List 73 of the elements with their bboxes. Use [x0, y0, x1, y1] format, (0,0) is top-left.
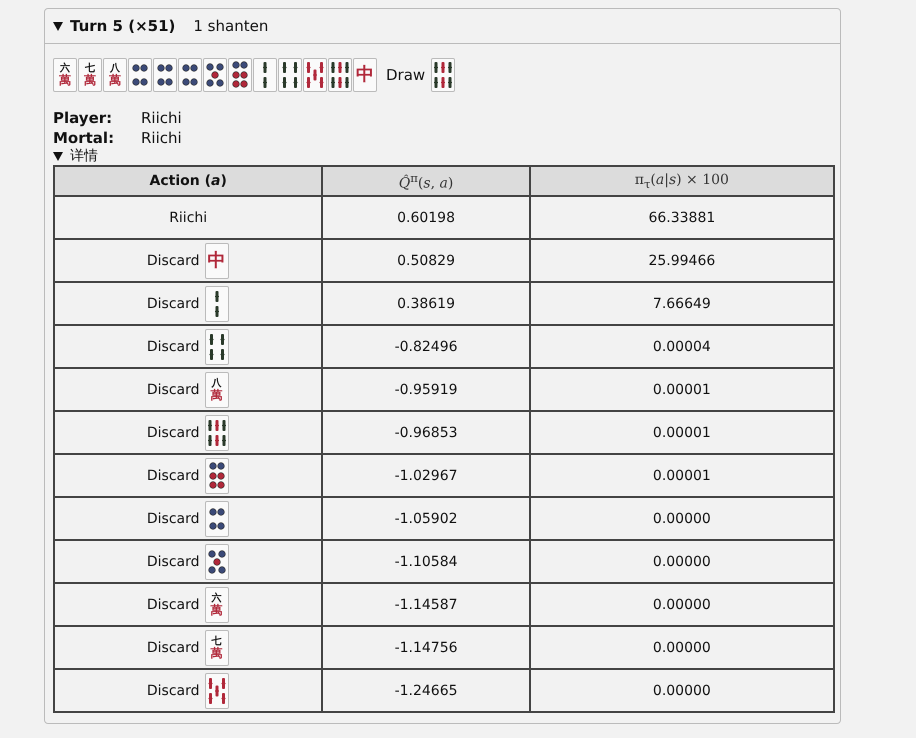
mahjong-tile — [153, 58, 177, 92]
draw-label: Draw — [386, 66, 426, 84]
mahjong-tile — [204, 500, 228, 536]
table-cell: 0.00001 — [530, 454, 834, 497]
action-text: Discard — [146, 640, 200, 656]
table-cell: -1.10584 — [322, 540, 530, 583]
table-cell: 0.00000 — [530, 583, 834, 626]
details-label[interactable]: 详情 — [70, 148, 98, 164]
mahjong-tile: 六 萬 — [204, 586, 228, 622]
mahjong-tile — [253, 58, 277, 92]
table-cell: 66.33881 — [530, 196, 834, 239]
mahjong-tile — [204, 544, 228, 580]
action-text: Discard — [146, 252, 200, 268]
mahjong-tile — [204, 672, 228, 708]
table-cell: 0.00000 — [530, 626, 834, 669]
mahjong-tile — [303, 58, 327, 92]
mahjong-tile — [178, 58, 202, 92]
mahjong-tile — [204, 328, 228, 364]
table-cell: -0.82496 — [322, 325, 530, 368]
mahjong-tile — [431, 58, 456, 92]
action-text: Discard — [146, 510, 200, 526]
table-cell: 0.50829 — [322, 239, 530, 282]
mahjong-tile — [128, 58, 152, 92]
mahjong-tile — [228, 58, 252, 92]
table-cell: -1.24665 — [322, 669, 530, 712]
table-cell: 0.60198 — [322, 196, 530, 239]
mahjong-tile — [278, 58, 302, 92]
mahjong-tile — [204, 414, 228, 450]
table-cell: 0.00000 — [530, 540, 834, 583]
mahjong-tile: 七 萬 — [204, 630, 228, 666]
action-text: Discard — [146, 338, 200, 354]
info-value: Riichi — [141, 128, 183, 148]
table-cell: 0.00001 — [530, 411, 834, 454]
mahjong-tile — [203, 58, 227, 92]
table-cell: 25.99466 — [530, 239, 834, 282]
mahjong-tile — [204, 458, 228, 494]
info-value: Riichi — [141, 108, 183, 128]
mahjong-tile: 六 萬 — [53, 58, 77, 92]
column-header: Q̂$^{π}$(s, a) — [322, 166, 530, 196]
mahjong-tile — [328, 58, 352, 92]
caret-icon[interactable] — [53, 22, 63, 30]
shanten-label: 1 shanten — [193, 17, 268, 35]
table-cell: 0.00000 — [530, 669, 834, 712]
table-cell: -1.05902 — [322, 497, 530, 540]
table-cell: 0.00004 — [530, 325, 834, 368]
table-cell: Riichi — [54, 196, 322, 239]
action-text: Discard — [146, 554, 200, 570]
table-cell: 7.66649 — [530, 282, 834, 325]
table-cell: -1.14587 — [322, 583, 530, 626]
action-text: Discard — [146, 682, 200, 698]
info-label: Mortal: — [53, 128, 116, 148]
table-cell: 0.00000 — [530, 497, 834, 540]
action-text: Discard — [146, 424, 200, 440]
mahjong-tile: 七 萬 — [78, 58, 102, 92]
table-cell: -1.14756 — [322, 626, 530, 669]
mahjong-tile: 八 萬 — [103, 58, 127, 92]
turn-title[interactable]: Turn 5 (×51) — [70, 17, 176, 35]
table-cell: 0.00001 — [530, 368, 834, 411]
mahjong-tile: 八 萬 — [204, 372, 228, 408]
action-text: Discard — [146, 296, 200, 312]
table-cell: -0.95919 — [322, 368, 530, 411]
info-label: Player: — [53, 108, 114, 128]
mahjong-tile: 中 — [353, 58, 377, 92]
table-cell: 0.38619 — [322, 282, 530, 325]
action-text: Discard — [146, 468, 200, 484]
table-cell: -1.02967 — [322, 454, 530, 497]
table-cell: -0.96853 — [322, 411, 530, 454]
mahjong-tile: 中 — [204, 242, 228, 278]
column-header: π$_{τ}$(a|s) × 100 — [530, 166, 834, 196]
action-text: Discard — [146, 596, 200, 612]
mahjong-tile — [204, 286, 228, 322]
action-text: Discard — [146, 382, 200, 398]
column-header: Action (a) — [54, 166, 322, 196]
